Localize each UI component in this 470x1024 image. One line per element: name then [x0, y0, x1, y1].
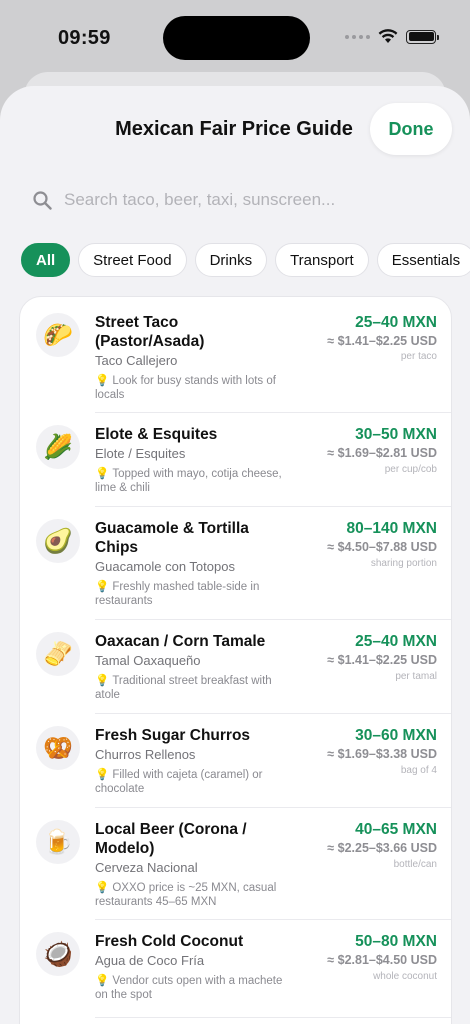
lightbulb-icon: 💡 — [95, 975, 110, 987]
item-name: Fresh Sugar Churros — [95, 727, 251, 744]
lightbulb-icon: 💡 — [95, 375, 110, 387]
status-icons — [345, 29, 439, 44]
taco-icon: 🌮 — [36, 313, 80, 357]
status-time: 09:59 — [58, 27, 111, 49]
wifi-icon — [378, 29, 398, 43]
list-item[interactable]: 🌮 Street Taco (Pastor/Asada) Taco Callej… — [20, 297, 451, 413]
coconut-icon: 🥥 — [36, 932, 80, 976]
item-local-name: Agua de Coco Fría — [95, 953, 205, 968]
item-price-usd: ≈ $1.41–$2.25 USD — [327, 334, 437, 348]
item-price-usd: ≈ $4.50–$7.88 USD — [327, 540, 437, 554]
item-tip: 💡 Look for busy stands with lots of local… — [95, 375, 276, 401]
item-unit: bottle/can — [393, 859, 437, 870]
item-name: Guacamole & Tortilla Chips — [95, 520, 249, 556]
item-price-mxn: 30–50 MXN — [355, 426, 437, 443]
item-price-usd: ≈ $2.25–$3.66 USD — [327, 841, 437, 855]
item-local-name: Taco Callejero — [95, 353, 178, 368]
battery-icon — [406, 29, 439, 44]
list-item[interactable]: 🥑 Guacamole & Tortilla Chips Guacamole c… — [20, 507, 451, 620]
lightbulb-icon: 💡 — [95, 581, 110, 593]
list-item[interactable]: 🫔 Oaxacan / Corn Tamale Tamal Oaxaqueño … — [20, 620, 451, 714]
item-unit: bag of 4 — [400, 765, 437, 776]
item-price-usd: ≈ $2.81–$4.50 USD — [327, 953, 437, 967]
done-button[interactable]: Done — [370, 103, 452, 155]
list-item[interactable]: 🌽 Elote & Esquites Elote / Esquites 💡 Top… — [20, 413, 451, 507]
item-price-mxn: 25–40 MXN — [355, 633, 437, 650]
item-name: Local Beer (Corona / Modelo) — [95, 821, 247, 857]
item-price-mxn: 40–65 MXN — [355, 821, 437, 838]
item-tip: 💡 Vendor cuts open with a machete on the … — [95, 975, 283, 1001]
tamale-icon: 🫔 — [36, 632, 80, 676]
item-tip: 💡 Freshly mashed table-side in restaurant… — [95, 581, 260, 607]
item-local-name: Guacamole con Totopos — [95, 559, 235, 574]
search-input[interactable] — [56, 178, 452, 222]
avocado-icon: 🥑 — [36, 519, 80, 563]
chip-all[interactable]: All — [21, 243, 71, 277]
item-price-mxn: 80–140 MXN — [346, 520, 437, 537]
list-item[interactable]: 🍺 Local Beer (Corona / Modelo) Cerveza N… — [20, 808, 451, 920]
divider — [95, 1017, 451, 1018]
item-local-name: Tamal Oaxaqueño — [95, 653, 201, 668]
list-item[interactable]: 🥨 Fresh Sugar Churros Churros Rellenos 💡… — [20, 714, 451, 808]
item-price-mxn: 50–80 MXN — [355, 933, 437, 950]
lightbulb-icon: 💡 — [95, 468, 110, 480]
lightbulb-icon: 💡 — [95, 882, 110, 894]
item-tip: 💡 Filled with cajeta (caramel) or chocola… — [95, 769, 263, 795]
category-filter-bar: All Street Food Drinks Transport Essenti… — [21, 243, 470, 277]
pretzel-icon: 🥨 — [36, 726, 80, 770]
chip-street-food[interactable]: Street Food — [78, 243, 187, 277]
search-icon — [20, 178, 56, 222]
price-list: 🌮 Street Taco (Pastor/Asada) Taco Callej… — [19, 296, 452, 1024]
chip-drinks[interactable]: Drinks — [194, 243, 268, 277]
lightbulb-icon: 💡 — [95, 769, 110, 781]
chip-transport[interactable]: Transport — [275, 243, 369, 277]
item-name: Street Taco (Pastor/Asada) — [95, 314, 205, 350]
list-item[interactable]: 🥥 Fresh Cold Coconut Agua de Coco Fría 💡… — [20, 920, 451, 1018]
lightbulb-icon: 💡 — [95, 675, 110, 687]
item-unit: sharing portion — [370, 558, 437, 569]
beer-mug-icon: 🍺 — [36, 820, 80, 864]
status-bar: 09:59 — [0, 0, 470, 70]
search-bar[interactable] — [20, 178, 452, 222]
item-tip: 💡 Traditional street breakfast with atole — [95, 675, 272, 701]
item-tip: 💡 Topped with mayo, cotija cheese, lime &… — [95, 468, 282, 494]
chip-essentials[interactable]: Essentials — [376, 243, 470, 277]
item-price-mxn: 25–40 MXN — [355, 314, 437, 331]
item-local-name: Elote / Esquites — [95, 446, 186, 461]
item-name: Oaxacan / Corn Tamale — [95, 633, 266, 650]
item-name: Fresh Cold Coconut — [95, 933, 244, 950]
corn-icon: 🌽 — [36, 425, 80, 469]
item-unit: per cup/cob — [384, 464, 437, 475]
cellular-signal-icon — [345, 34, 370, 39]
item-unit: per tamal — [395, 671, 437, 682]
dynamic-island — [163, 16, 310, 60]
item-local-name: Churros Rellenos — [95, 747, 196, 762]
item-local-name: Cerveza Nacional — [95, 860, 198, 875]
item-tip: 💡 OXXO price is ~25 MXN, casual restauran… — [95, 882, 277, 908]
item-unit: whole coconut — [373, 971, 437, 982]
item-price-usd: ≈ $1.69–$3.38 USD — [327, 747, 437, 761]
item-price-mxn: 30–60 MXN — [355, 727, 437, 744]
item-price-usd: ≈ $1.69–$2.81 USD — [327, 446, 437, 460]
item-name: Elote & Esquites — [95, 426, 218, 443]
item-unit: per taco — [400, 351, 437, 362]
item-price-usd: ≈ $1.41–$2.25 USD — [327, 653, 437, 667]
